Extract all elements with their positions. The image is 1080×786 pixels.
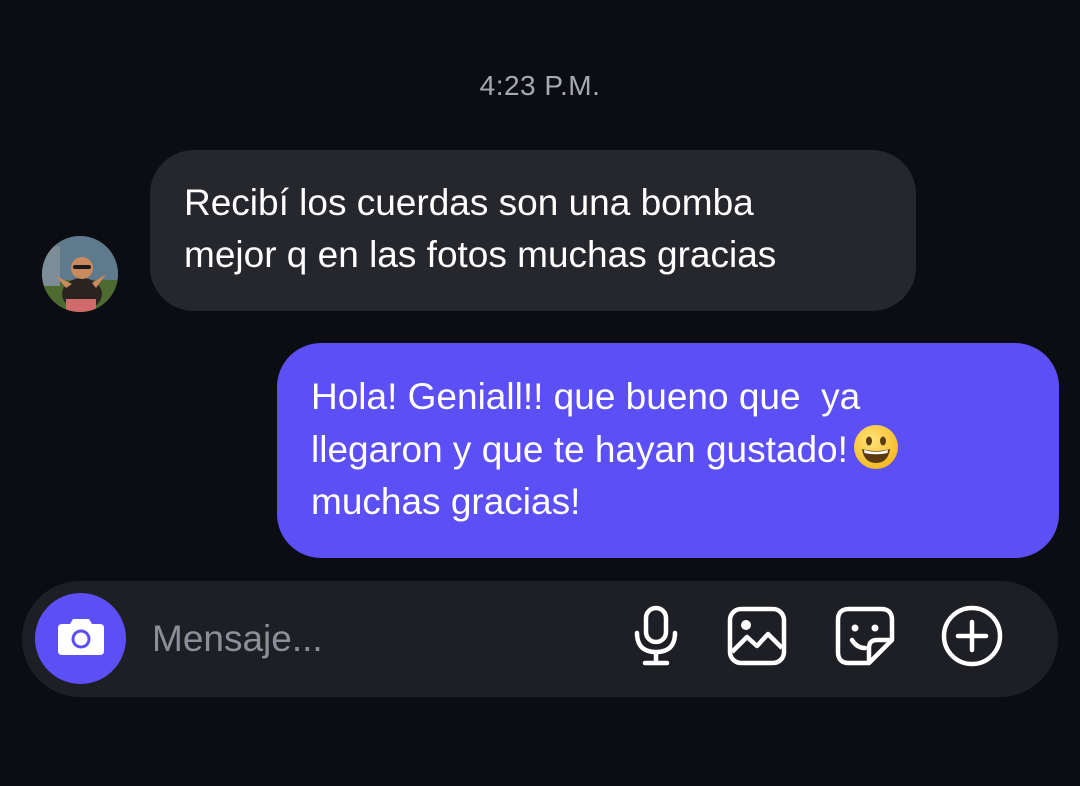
image-icon <box>727 606 787 671</box>
camera-icon <box>56 615 106 662</box>
sticker-icon <box>835 606 895 671</box>
message-input[interactable]: Mensaje... <box>152 615 323 663</box>
microphone-button[interactable] <box>624 605 688 672</box>
chat-screen: 4:23 P.M. Recibí los cuerdas son una bom… <box>0 0 1080 786</box>
message-timestamp: 4:23 P.M. <box>479 70 601 101</box>
more-button[interactable] <box>940 604 1004 673</box>
message-text-line: muchas gracias! <box>311 481 581 522</box>
message-text-line: Hola! Geniall!! que bueno que ya <box>311 376 861 417</box>
incoming-message-bubble[interactable]: Recibí los cuerdas son una bomba mejor q… <box>150 150 916 311</box>
plus-circle-icon <box>940 604 1004 673</box>
microphone-icon <box>631 605 681 672</box>
message-text-line: Recibí los cuerdas son una bomba <box>184 182 754 223</box>
message-text-segment: llegaron y que te hayan gustado! <box>311 429 848 470</box>
gallery-button[interactable] <box>725 606 789 670</box>
message-text-line: llegaron y que te hayan gustado! <box>311 423 1025 476</box>
sender-avatar[interactable] <box>42 236 118 312</box>
grinning-face-emoji-icon <box>852 423 900 471</box>
outgoing-message-bubble[interactable]: Hola! Geniall!! que bueno que ya llegaro… <box>277 343 1059 558</box>
message-text-line: mejor q en las fotos muchas gracias <box>184 234 777 275</box>
sticker-button[interactable] <box>833 606 897 670</box>
camera-button[interactable] <box>35 593 126 684</box>
